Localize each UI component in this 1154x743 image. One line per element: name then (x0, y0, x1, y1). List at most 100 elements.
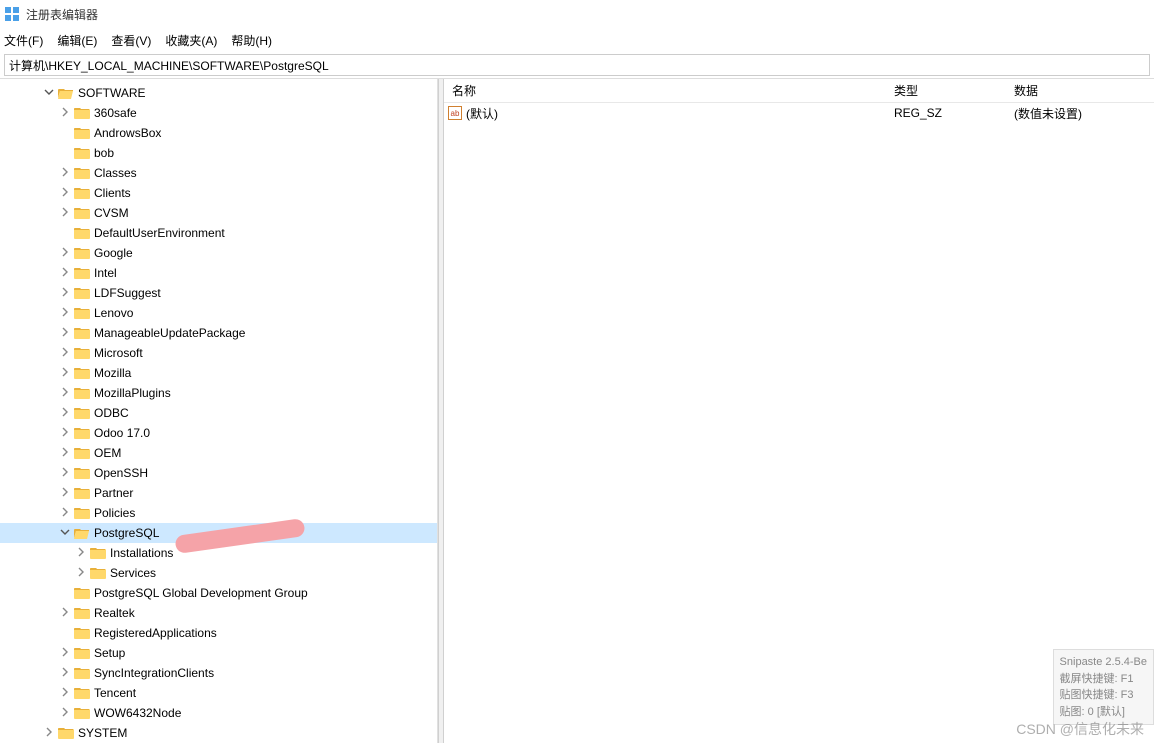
chevron-right-icon[interactable] (58, 107, 72, 120)
chevron-right-icon[interactable] (58, 187, 72, 200)
tree-item[interactable]: LDFSuggest (0, 283, 437, 303)
tree-item[interactable]: Classes (0, 163, 437, 183)
tree-item-label: Google (94, 246, 133, 260)
tree-item[interactable]: Intel (0, 263, 437, 283)
tree-item[interactable]: Mozilla (0, 363, 437, 383)
string-value-icon: ab (448, 106, 462, 120)
folder-icon (74, 207, 90, 220)
folder-icon (74, 507, 90, 520)
folder-icon (74, 427, 90, 440)
chevron-right-icon[interactable] (58, 647, 72, 660)
chevron-right-icon[interactable] (74, 567, 88, 580)
col-name-header[interactable]: 名称 (444, 82, 894, 99)
tree-item-label: WOW6432Node (94, 706, 181, 720)
chevron-right-icon[interactable] (58, 307, 72, 320)
chevron-right-icon[interactable] (58, 207, 72, 220)
folder-icon (74, 447, 90, 460)
tree-item[interactable]: Services (0, 563, 437, 583)
tree-item[interactable]: Installations (0, 543, 437, 563)
tree-item[interactable]: Tencent (0, 683, 437, 703)
folder-icon (90, 567, 106, 580)
tree-item[interactable]: PostgreSQL (0, 523, 437, 543)
tree-item-label: Policies (94, 506, 135, 520)
chevron-right-icon[interactable] (58, 707, 72, 720)
col-data-header[interactable]: 数据 (1014, 82, 1154, 99)
menu-help[interactable]: 帮助(H) (231, 32, 272, 49)
chevron-down-icon[interactable] (58, 527, 72, 540)
tree-item[interactable]: SYSTEM (0, 723, 437, 743)
folder-icon (74, 187, 90, 200)
list-pane[interactable]: 名称 类型 数据 ab(默认)REG_SZ(数值未设置) (444, 79, 1154, 743)
tree-item[interactable]: Odoo 17.0 (0, 423, 437, 443)
tree-item[interactable]: MozillaPlugins (0, 383, 437, 403)
chevron-right-icon[interactable] (58, 387, 72, 400)
col-type-header[interactable]: 类型 (894, 82, 1014, 99)
folder-icon (74, 267, 90, 280)
chevron-right-icon[interactable] (58, 327, 72, 340)
chevron-right-icon[interactable] (58, 687, 72, 700)
tree-item-label: Microsoft (94, 346, 143, 360)
chevron-down-icon[interactable] (42, 87, 56, 100)
title-bar: 注册表编辑器 (0, 0, 1154, 28)
tree-item[interactable]: PostgreSQL Global Development Group (0, 583, 437, 603)
chevron-right-icon[interactable] (58, 487, 72, 500)
tree-item[interactable]: SOFTWARE (0, 83, 437, 103)
tree-item-label: Lenovo (94, 306, 133, 320)
menu-file[interactable]: 文件(F) (4, 32, 43, 49)
tree-item[interactable]: AndrowsBox (0, 123, 437, 143)
list-header[interactable]: 名称 类型 数据 (444, 79, 1154, 103)
tree-item-label: CVSM (94, 206, 129, 220)
tree-item[interactable]: DefaultUserEnvironment (0, 223, 437, 243)
address-bar[interactable]: 计算机\HKEY_LOCAL_MACHINE\SOFTWARE\PostgreS… (4, 54, 1150, 76)
tree-item[interactable]: OEM (0, 443, 437, 463)
tree-item[interactable]: RegisteredApplications (0, 623, 437, 643)
tree-item[interactable]: Realtek (0, 603, 437, 623)
tree-item[interactable]: Google (0, 243, 437, 263)
tree-item[interactable]: OpenSSH (0, 463, 437, 483)
tree-item[interactable]: bob (0, 143, 437, 163)
chevron-right-icon[interactable] (58, 507, 72, 520)
menu-edit[interactable]: 编辑(E) (57, 32, 97, 49)
folder-icon (90, 547, 106, 560)
tree-item[interactable]: ManageableUpdatePackage (0, 323, 437, 343)
chevron-right-icon[interactable] (58, 607, 72, 620)
tree-item-label: Setup (94, 646, 125, 660)
list-row[interactable]: ab(默认)REG_SZ(数值未设置) (444, 103, 1154, 123)
tree-item[interactable]: Policies (0, 503, 437, 523)
folder-icon (74, 307, 90, 320)
menu-view[interactable]: 查看(V) (111, 32, 151, 49)
chevron-right-icon[interactable] (58, 467, 72, 480)
tree-item[interactable]: Setup (0, 643, 437, 663)
tree-item[interactable]: WOW6432Node (0, 703, 437, 723)
chevron-right-icon[interactable] (58, 347, 72, 360)
chevron-right-icon[interactable] (58, 447, 72, 460)
tree-item-label: Odoo 17.0 (94, 426, 150, 440)
tree-item[interactable]: 360safe (0, 103, 437, 123)
tree-item-label: 360safe (94, 106, 137, 120)
folder-icon (74, 487, 90, 500)
menu-favorites[interactable]: 收藏夹(A) (165, 32, 217, 49)
tree-item-label: MozillaPlugins (94, 386, 171, 400)
tree-item-label: Intel (94, 266, 117, 280)
tree-item[interactable]: Lenovo (0, 303, 437, 323)
tree-item[interactable]: CVSM (0, 203, 437, 223)
chevron-right-icon[interactable] (58, 407, 72, 420)
tree-item-label: Mozilla (94, 366, 131, 380)
chevron-right-icon[interactable] (58, 667, 72, 680)
chevron-right-icon[interactable] (74, 547, 88, 560)
chevron-right-icon[interactable] (42, 727, 56, 740)
tree-item[interactable]: Partner (0, 483, 437, 503)
menu-bar[interactable]: 文件(F) 编辑(E) 查看(V) 收藏夹(A) 帮助(H) (0, 28, 1154, 52)
chevron-right-icon[interactable] (58, 427, 72, 440)
tree-item[interactable]: SyncIntegrationClients (0, 663, 437, 683)
tree-pane[interactable]: SOFTWARE 360safe AndrowsBoxbobClassesClien… (0, 79, 438, 743)
chevron-right-icon[interactable] (58, 367, 72, 380)
chevron-right-icon[interactable] (58, 287, 72, 300)
tree-item[interactable]: ODBC (0, 403, 437, 423)
chevron-right-icon[interactable] (58, 167, 72, 180)
chevron-right-icon[interactable] (58, 267, 72, 280)
tree-item[interactable]: Microsoft (0, 343, 437, 363)
tree-item[interactable]: Clients (0, 183, 437, 203)
chevron-right-icon[interactable] (58, 247, 72, 260)
tree-item-label: ManageableUpdatePackage (94, 326, 245, 340)
